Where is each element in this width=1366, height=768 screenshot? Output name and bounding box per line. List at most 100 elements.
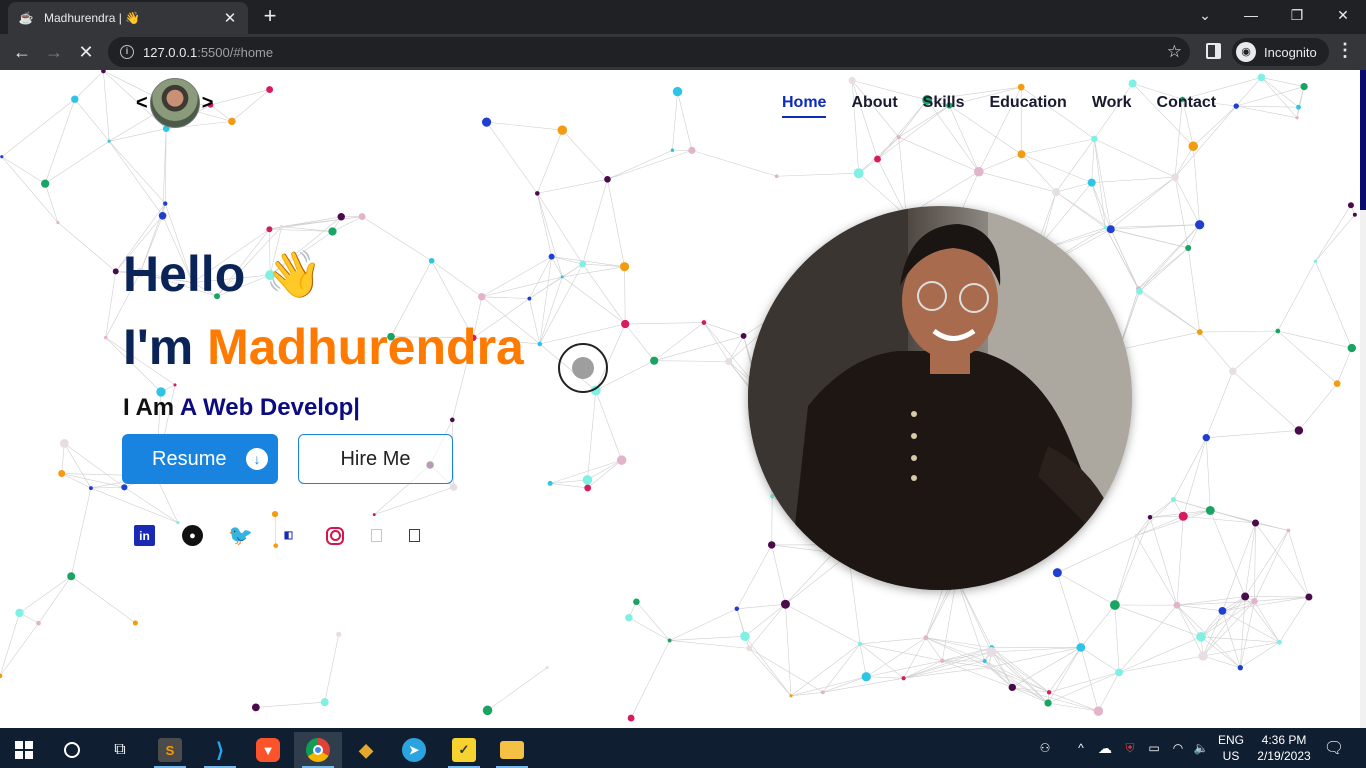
particle-link (582, 179, 608, 265)
page-scrollbar[interactable] (1360, 70, 1366, 728)
brave-app[interactable]: ▼ (244, 732, 292, 768)
search-button[interactable] (48, 732, 96, 768)
particle-link (38, 576, 72, 624)
close-window-button[interactable]: ✕ (1320, 0, 1366, 30)
bookmark-star-icon[interactable]: ☆ (1167, 42, 1182, 62)
browser-toolbar: ← → ✕ i 127.0.0.1 :5500/#home ☆ ◉ Incogn… (0, 34, 1366, 70)
particle-link (1261, 77, 1299, 108)
twitter-icon[interactable]: 🐦 (228, 525, 253, 547)
nav-skills[interactable]: Skills (923, 94, 965, 118)
address-bar[interactable]: i 127.0.0.1 :5500/#home ☆ (108, 37, 1190, 67)
particle-link (1136, 510, 1211, 537)
stop-loading-button[interactable]: ✕ (72, 38, 100, 66)
nav-about[interactable]: About (851, 94, 897, 118)
git-app[interactable]: ◆ (342, 732, 390, 768)
particle-dot (112, 268, 119, 275)
particle-link (1254, 601, 1280, 643)
onedrive-cloud-icon[interactable]: ☁ (1094, 728, 1116, 768)
particle-link (1176, 516, 1184, 606)
particle-dot (535, 191, 540, 196)
box-icon[interactable] (409, 529, 420, 542)
particle-link (1174, 177, 1189, 249)
particle-dot (358, 213, 366, 221)
site-logo[interactable]: < > (136, 78, 213, 128)
logo-avatar (149, 78, 200, 128)
site-info-icon[interactable]: i (120, 45, 134, 59)
browser-tab[interactable]: ☕ Madhurendra | 👋 ✕ (8, 2, 248, 34)
particle-dot (874, 155, 881, 163)
chrome-app[interactable] (294, 732, 342, 768)
particle-link (858, 136, 899, 174)
back-button[interactable]: ← (8, 38, 36, 66)
minimize-button[interactable]: — (1228, 0, 1274, 30)
battery-icon[interactable]: ▭ (1144, 728, 1164, 768)
particle-dot (0, 673, 3, 679)
particle-dot (1008, 683, 1016, 692)
particle-link (1176, 596, 1246, 606)
github-icon[interactable]: ● (182, 525, 203, 546)
tab-search-icon[interactable]: ⌄ (1182, 0, 1228, 30)
particle-dot (545, 666, 549, 670)
particle-dot (1296, 104, 1301, 110)
instagram-icon[interactable] (326, 526, 344, 545)
particle-link (860, 637, 926, 645)
restore-button[interactable]: ❐ (1274, 0, 1320, 30)
particle-link (1135, 499, 1174, 536)
nav-education[interactable]: Education (989, 94, 1066, 118)
particle-dot (266, 86, 274, 94)
particle-dot (1313, 259, 1318, 263)
telegram-icon[interactable]: ◧ (278, 525, 299, 546)
particle-dot (650, 356, 659, 365)
sticky-notes-app[interactable]: ✓ (440, 732, 488, 768)
lang-region: US (1222, 749, 1240, 763)
forward-button[interactable]: → (40, 38, 68, 66)
nav-work[interactable]: Work (1092, 94, 1132, 118)
particle-dot (1286, 528, 1291, 533)
vscode-app[interactable]: ⟩ (196, 732, 244, 768)
particle-link (978, 153, 1022, 172)
input-language[interactable]: ENG US (1218, 732, 1244, 764)
notification-center-icon[interactable]: 🗨 (1322, 728, 1346, 768)
particle-dot (132, 620, 138, 626)
particle-link (481, 296, 530, 299)
hire-me-button[interactable]: Hire Me (298, 434, 453, 484)
security-alert-icon[interactable]: ⛨ (1120, 728, 1140, 768)
particle-link (744, 603, 786, 637)
system-clock[interactable]: 4:36 PM 2/19/2023 (1252, 732, 1316, 764)
file-explorer-app[interactable] (488, 732, 536, 768)
telegram-app[interactable]: ➤ (390, 732, 438, 768)
tray-overflow-icon[interactable]: ^ (1072, 728, 1090, 768)
box-icon[interactable] (371, 529, 382, 542)
telegram-plane-icon: ➤ (402, 738, 426, 762)
linkedin-icon[interactable]: in (134, 525, 155, 546)
start-button[interactable] (0, 732, 48, 768)
particle-link (1114, 535, 1137, 606)
close-tab-icon[interactable]: ✕ (222, 9, 238, 27)
sublime-text-app[interactable]: S (146, 732, 194, 768)
task-view-button[interactable]: ⧉ (96, 732, 144, 768)
wifi-icon[interactable]: ◠ (1168, 728, 1188, 768)
particle-link (1296, 86, 1305, 118)
incognito-indicator[interactable]: ◉ Incognito (1232, 38, 1329, 66)
particle-link (1138, 224, 1200, 289)
particle-link (1049, 672, 1120, 693)
particle-link (539, 276, 563, 345)
particle-link (866, 637, 927, 678)
side-panel-icon[interactable] (1206, 43, 1221, 59)
volume-icon[interactable]: 🔈 (1190, 728, 1212, 768)
nav-home[interactable]: Home (782, 94, 827, 118)
waving-hand-icon: 👋 (265, 247, 323, 300)
particle-link (1192, 146, 1200, 225)
particle-dot (1103, 225, 1108, 230)
nav-contact[interactable]: Contact (1157, 94, 1217, 118)
resume-button[interactable]: Resume ↓ (122, 434, 278, 484)
scrollbar-thumb[interactable] (1360, 70, 1366, 210)
people-icon[interactable]: ⚇ (1034, 728, 1056, 768)
particle-dot (1115, 668, 1123, 677)
particle-dot (1251, 597, 1258, 605)
new-tab-button[interactable]: + (258, 5, 282, 28)
browser-menu-icon[interactable]: ⋮ (1336, 40, 1354, 61)
logo-left-bracket: < (136, 91, 148, 114)
particle-link (1174, 177, 1200, 225)
particle-link (1139, 224, 1200, 292)
